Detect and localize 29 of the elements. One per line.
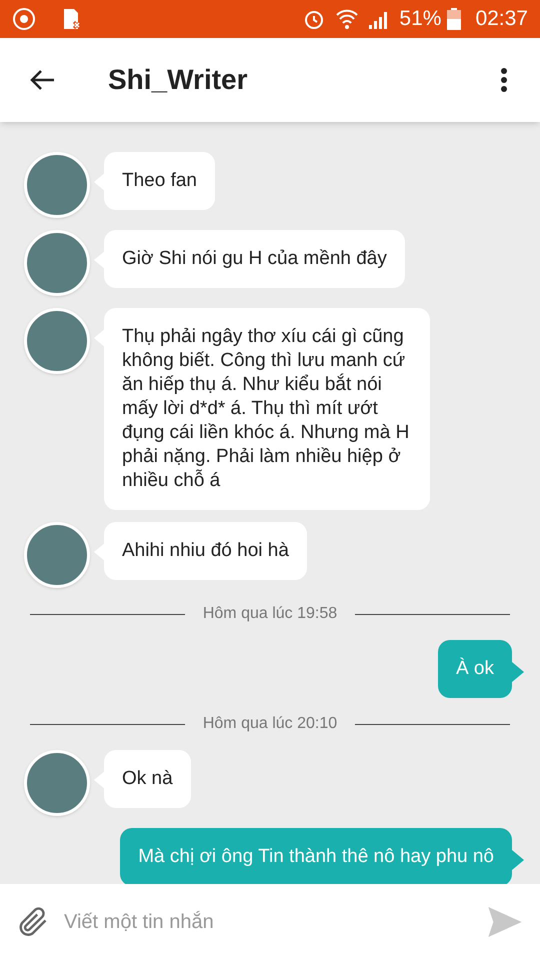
- wifi-icon: [335, 8, 360, 30]
- clock-time: 02:37: [475, 6, 528, 32]
- incoming-message: Thụ phải ngây thơ xíu cái gì cũng không biết. Công thì lưu manh cứ ăn hiếp thụ á. Như kiểu bắt nói mấy lời d*d* á. Thụ thì mít ướt đụng cái liền khóc á. Nhưng mà H phải nặng. Phải làm nhiều hiệp ở nhiều chỗ á: [104, 308, 430, 510]
- alarm-icon: [303, 8, 326, 30]
- chat-title: Shi_Writer: [108, 63, 249, 97]
- back-arrow-icon: [29, 69, 55, 91]
- avatar: [24, 230, 90, 296]
- bubble-tail-icon: [512, 850, 524, 870]
- sim-card-icon: [62, 8, 82, 30]
- signal-icon: [367, 9, 390, 29]
- timestamp: Hôm qua lúc 19:58: [202, 604, 338, 624]
- bubble-tail-icon: [512, 662, 524, 682]
- avatar: [24, 750, 90, 816]
- incoming-message: Theo fan: [104, 152, 215, 210]
- app-icon: [12, 7, 36, 31]
- outgoing-message: Mà chị ơi ông Tin thành thê nô hay phu nô: [120, 828, 512, 884]
- battery-icon: [447, 8, 462, 30]
- avatar: [24, 152, 90, 218]
- avatar: [24, 522, 90, 588]
- attach-button[interactable]: [0, 884, 64, 960]
- incoming-message: Ok nà: [104, 750, 191, 808]
- timestamp: Hôm qua lúc 20:10: [202, 714, 338, 734]
- avatar: [24, 308, 90, 374]
- message-input[interactable]: Viết một tin nhắn: [64, 884, 470, 960]
- incoming-message: Giờ Shi nói gu H của mềnh đây: [104, 230, 405, 288]
- outgoing-message: À ok: [438, 640, 512, 698]
- incoming-message: Ahihi nhiu đó hoi hà: [104, 522, 307, 580]
- battery-percentage: 51%: [399, 6, 442, 32]
- more-options-icon: [501, 68, 507, 92]
